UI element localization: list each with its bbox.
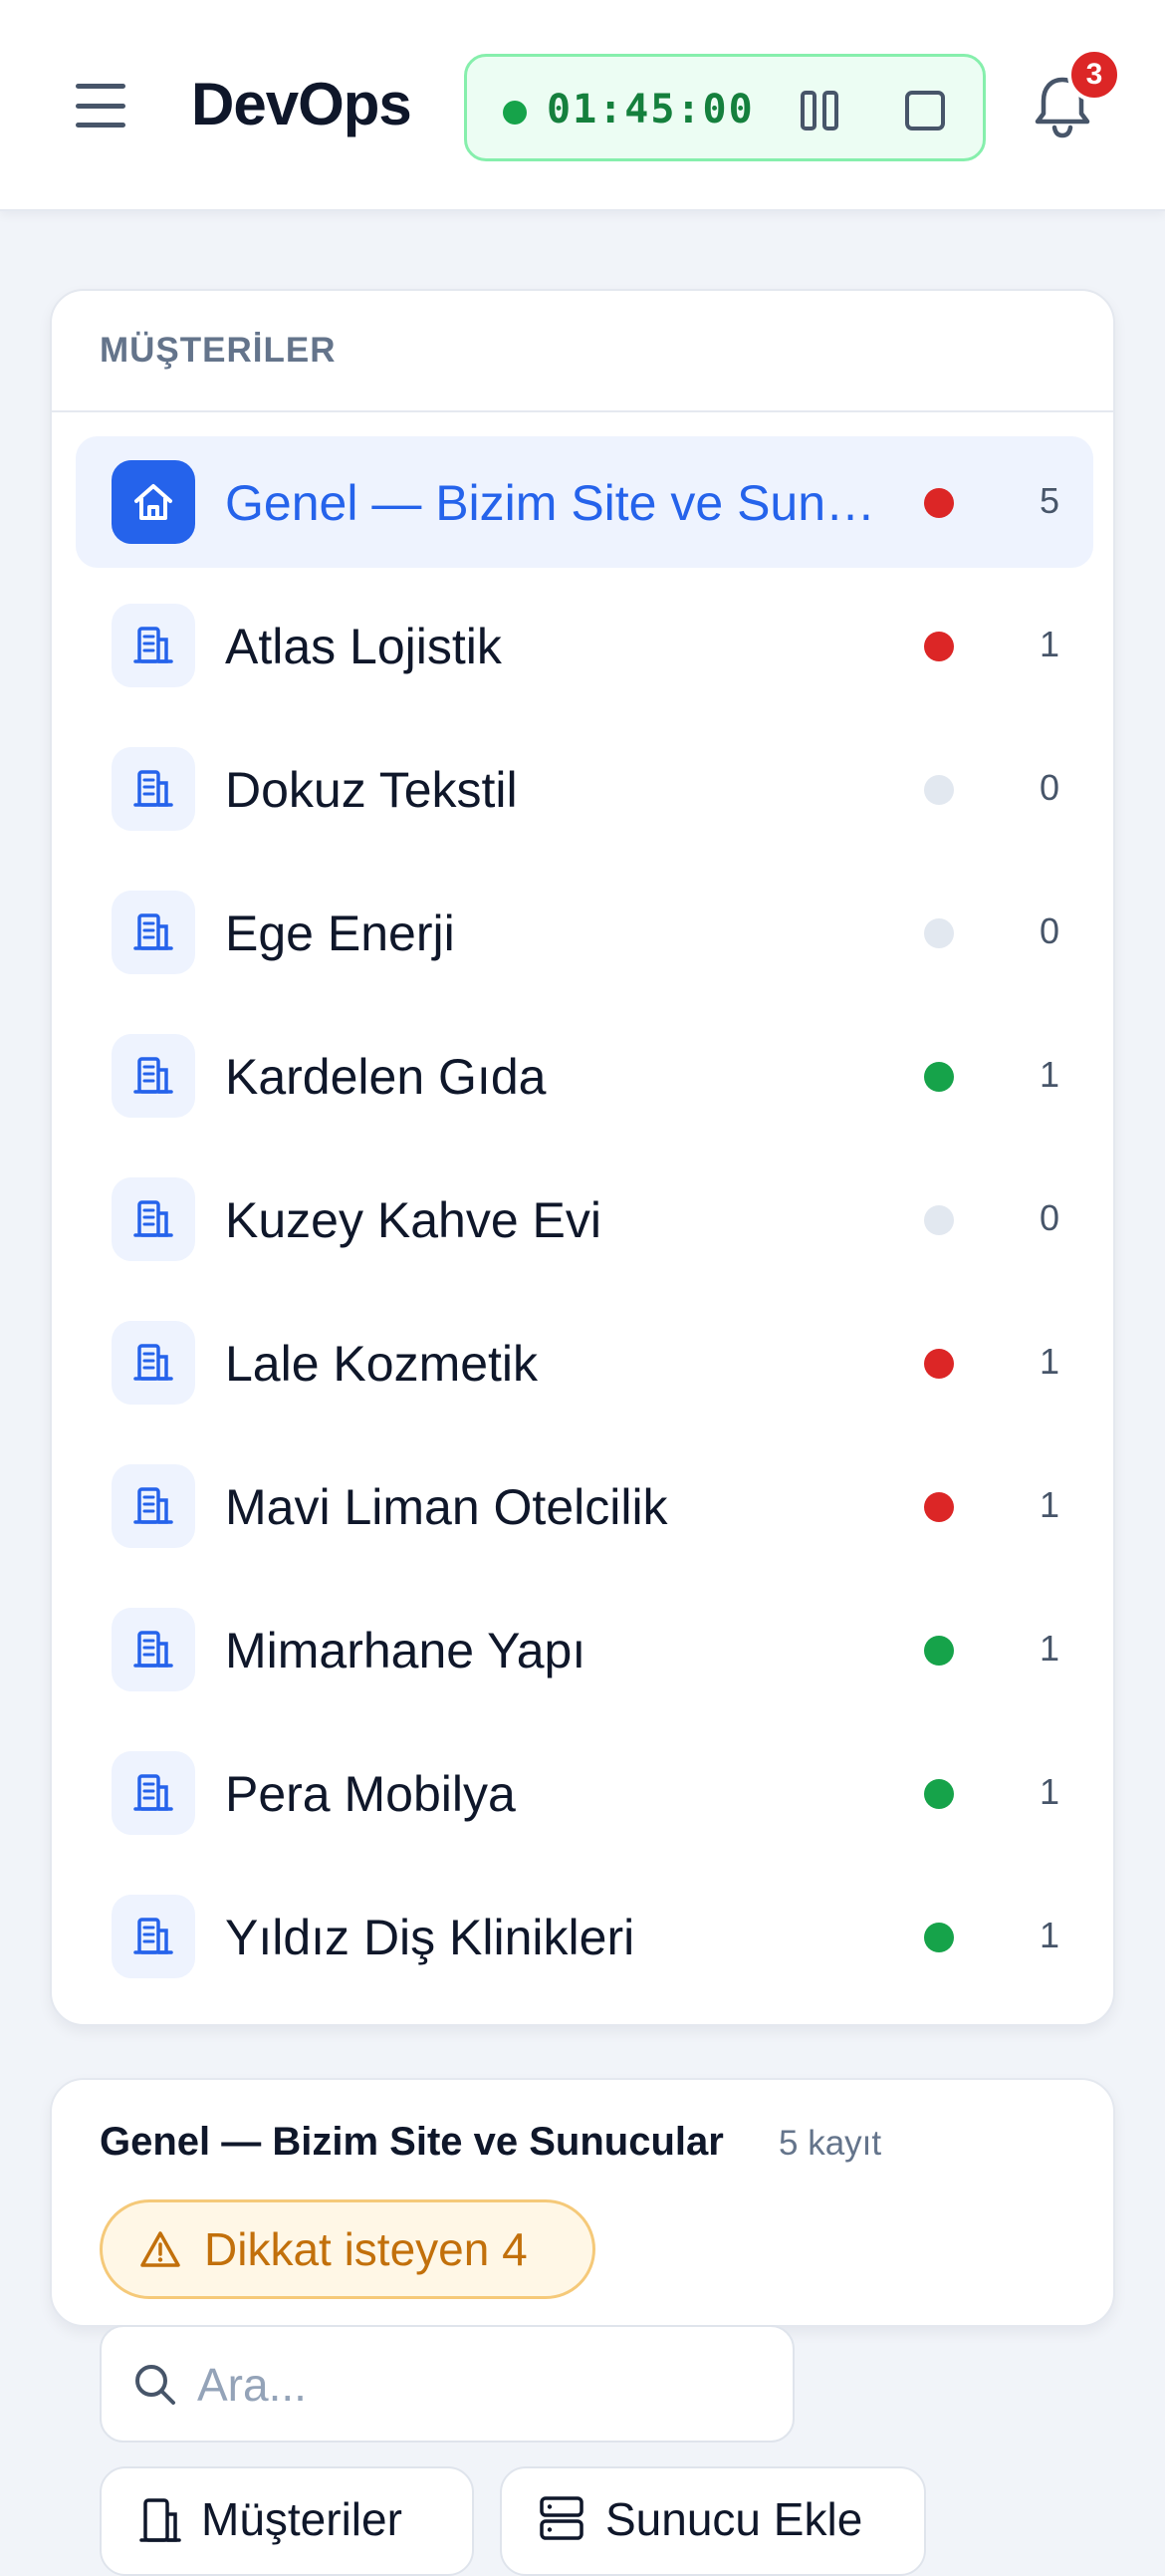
work-timer: 01:45:00 <box>464 54 986 161</box>
customer-count: 5 <box>1039 480 1059 521</box>
customer-item[interactable]: Kuzey Kahve Evi 0 <box>76 1154 1093 1285</box>
stop-icon[interactable] <box>901 87 949 134</box>
customer-item[interactable]: Mavi Liman Otelcilik 1 <box>76 1440 1093 1572</box>
customer-count: 1 <box>1039 1484 1059 1525</box>
customer-count: 0 <box>1039 1197 1059 1238</box>
customer-count: 1 <box>1039 624 1059 664</box>
notification-badge: 3 <box>1067 48 1121 102</box>
warning-icon <box>140 2231 180 2267</box>
customer-name: Kuzey Kahve Evi <box>225 1192 601 1248</box>
customer-count: 1 <box>1039 1915 1059 1955</box>
customer-name: Pera Mobilya <box>225 1766 516 1822</box>
status-dot <box>924 1923 954 1952</box>
status-dot <box>924 1349 954 1379</box>
customer-list: Genel — Bizim Site ve Sunucular 5 Atlas Lo… <box>76 436 1093 2014</box>
customer-name: Genel — Bizim Site ve Sunucular <box>225 475 882 531</box>
customer-item[interactable]: Dokuz Tekstil 0 <box>76 723 1093 855</box>
timer-running-indicator <box>503 101 527 125</box>
customer-item[interactable]: Genel — Bizim Site ve Sunucular 5 <box>76 436 1093 568</box>
pause-icon[interactable] <box>796 87 843 134</box>
search-box <box>100 2325 795 2443</box>
customer-item[interactable]: Ege Enerji 0 <box>76 867 1093 998</box>
customers-card: MÜŞTERİLER Genel — Bizim Site ve Sunucul… <box>50 289 1115 2026</box>
customer-count: 1 <box>1039 1341 1059 1382</box>
customer-count: 1 <box>1039 1054 1059 1095</box>
add-server-button[interactable]: Sunucu Ekle <box>500 2466 926 2576</box>
status-dot <box>924 1492 954 1522</box>
customer-name: Mimarhane Yapı <box>225 1623 586 1678</box>
customer-count: 0 <box>1039 767 1059 808</box>
building-icon <box>112 1177 195 1261</box>
attention-label: Dikkat isteyen 4 <box>204 2223 528 2275</box>
menu-icon[interactable] <box>76 84 125 128</box>
top-bar: DevOps 01:45:00 3 <box>0 0 1165 211</box>
customer-name: Ege Enerji <box>225 905 455 961</box>
customer-item[interactable]: Atlas Lojistik 1 <box>76 580 1093 711</box>
record-count: 5 kayıt <box>779 2124 882 2163</box>
customer-name: Mavi Liman Otelcilik <box>225 1479 668 1535</box>
status-dot <box>924 488 954 518</box>
customer-item[interactable]: Kardelen Gıda 1 <box>76 1010 1093 1142</box>
customer-count: 1 <box>1039 1771 1059 1812</box>
timer-value: 01:45:00 <box>547 87 755 132</box>
search-input[interactable] <box>197 2349 775 2421</box>
customer-detail-card: Genel — Bizim Site ve Sunucular 5 kayıt … <box>50 2078 1115 2327</box>
status-dot <box>924 632 954 661</box>
building-icon <box>112 1034 195 1118</box>
attention-filter-button[interactable]: Dikkat isteyen 4 <box>100 2199 595 2299</box>
status-dot <box>924 1205 954 1235</box>
app-title: DevOps <box>191 71 412 137</box>
building-icon <box>112 1321 195 1405</box>
building-icon <box>112 891 195 974</box>
customer-name: Dokuz Tekstil <box>225 762 518 818</box>
customers-heading: MÜŞTERİLER <box>52 291 1113 412</box>
add-server-button-label: Sunucu Ekle <box>605 2493 863 2545</box>
customer-name: Yıldız Diş Klinikleri <box>225 1910 635 1965</box>
customer-item[interactable]: Mimarhane Yapı 1 <box>76 1584 1093 1715</box>
server-icon <box>540 2496 583 2540</box>
status-dot <box>924 775 954 805</box>
building-icon <box>112 604 195 687</box>
building-icon <box>112 1895 195 1978</box>
building-icon <box>112 1751 195 1835</box>
customers-button-label: Müşteriler <box>201 2493 402 2545</box>
status-dot <box>924 1779 954 1809</box>
customer-name: Atlas Lojistik <box>225 619 502 674</box>
customer-count: 0 <box>1039 910 1059 951</box>
customer-name: Kardelen Gıda <box>225 1049 547 1105</box>
customer-item[interactable]: Pera Mobilya 1 <box>76 1727 1093 1859</box>
building-icon <box>112 747 195 831</box>
status-dot <box>924 1636 954 1666</box>
status-dot <box>924 1062 954 1092</box>
building-icon <box>112 1464 195 1548</box>
search-icon <box>135 2365 175 2405</box>
customer-item[interactable]: Lale Kozmetik 1 <box>76 1297 1093 1428</box>
detail-title: Genel — Bizim Site ve Sunucular <box>100 2120 724 2164</box>
customers-button[interactable]: Müşteriler <box>100 2466 474 2576</box>
customer-count: 1 <box>1039 1628 1059 1669</box>
home-icon <box>112 460 195 544</box>
customer-item[interactable]: Yıldız Diş Klinikleri 1 <box>76 1871 1093 2002</box>
building-icon <box>112 1608 195 1691</box>
customer-name: Lale Kozmetik <box>225 1336 539 1392</box>
status-dot <box>924 918 954 948</box>
building-icon <box>139 2498 181 2542</box>
